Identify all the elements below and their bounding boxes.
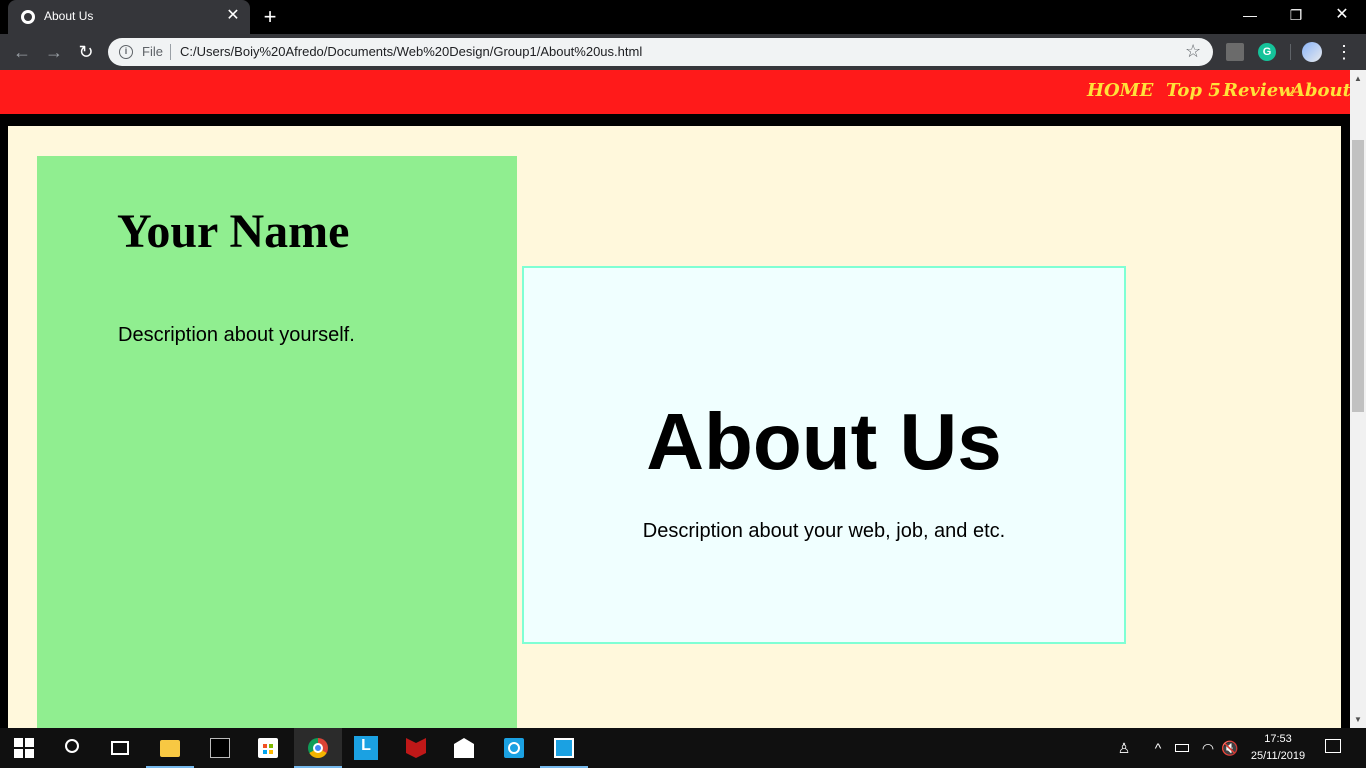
people-icon[interactable]: ♙ [1114, 728, 1134, 768]
toolbar-divider [1290, 44, 1291, 60]
taskbar-remote-desktop[interactable] [540, 728, 588, 768]
nav-link-about-us[interactable]: About Us [1291, 80, 1350, 101]
chrome-icon [308, 738, 328, 758]
mcafee-icon [406, 738, 426, 758]
browser-toolbar: ← → ↻ i File C:/Users/Boiy%20Afredo/Docu… [0, 34, 1366, 70]
task-view-button[interactable] [96, 728, 144, 768]
taskbar-store[interactable] [244, 728, 292, 768]
terminal-icon [210, 738, 230, 758]
scroll-down-arrow-icon[interactable]: ▼ [1354, 715, 1362, 724]
taskbar-clock[interactable]: 17:53 25/11/2019 [1246, 731, 1310, 765]
start-button[interactable] [0, 728, 48, 768]
whatsapp-icon [504, 738, 524, 758]
browser-title-bar: About Us ✕ + — ❐ ✕ [0, 0, 1366, 34]
action-center-icon[interactable] [1325, 739, 1341, 753]
l-app-icon: L [354, 736, 378, 760]
mail-icon [454, 738, 474, 758]
task-view-icon [111, 741, 129, 755]
omnibox-divider [170, 44, 171, 60]
back-button[interactable]: ← [10, 40, 34, 64]
profile-card: Your Name Description about yourself. [37, 156, 517, 728]
battery-icon[interactable] [1175, 728, 1191, 768]
about-us-heading: About Us [646, 397, 1002, 486]
globe-icon [21, 10, 35, 24]
windows-taskbar: L ♙ ^ ◠ 🔇 17:53 25/11/2019 [0, 728, 1366, 768]
forward-button[interactable]: → [42, 40, 66, 64]
taskbar-mail[interactable] [440, 728, 488, 768]
profile-avatar-icon[interactable] [1302, 42, 1322, 62]
taskbar-terminal[interactable] [196, 728, 244, 768]
taskbar-search-button[interactable] [48, 728, 96, 768]
minimize-button[interactable]: — [1227, 0, 1273, 30]
scroll-thumb[interactable] [1352, 140, 1364, 412]
browser-menu-icon[interactable]: ⋮ [1334, 40, 1354, 64]
windows-logo-icon [14, 738, 34, 758]
page-content: Your Name Description about yourself. Ab… [8, 126, 1341, 728]
clock-time: 17:53 [1264, 733, 1292, 745]
nav-link-top-5[interactable]: Top 5 [1166, 80, 1221, 101]
wifi-icon[interactable]: ◠ [1199, 728, 1217, 768]
taskbar-whatsapp[interactable] [490, 728, 538, 768]
folder-icon [160, 740, 180, 757]
nav-link-review[interactable]: Review [1223, 80, 1294, 101]
about-us-description: Description about your web, job, and etc… [642, 520, 1006, 542]
search-icon [65, 739, 79, 753]
new-tab-button[interactable]: + [258, 5, 282, 29]
nav-link-home[interactable]: HOME [1087, 80, 1153, 101]
page-scrollbar[interactable]: ▲ ▼ [1350, 70, 1366, 728]
address-bar[interactable]: i File C:/Users/Boiy%20Afredo/Documents/… [108, 38, 1213, 66]
scheme-label: File [142, 44, 163, 59]
store-icon [258, 738, 278, 758]
page-viewport: HOME Top 5 Review About Us Your Name Des… [0, 70, 1350, 728]
grammarly-icon[interactable]: G [1258, 43, 1276, 61]
taskbar-chrome[interactable] [294, 728, 342, 768]
volume-muted-icon[interactable]: 🔇 [1221, 728, 1239, 768]
reload-button[interactable]: ↻ [74, 40, 98, 64]
tab-about-us[interactable]: About Us ✕ [8, 0, 250, 34]
tray-chevron-icon[interactable]: ^ [1150, 728, 1166, 768]
tab-title: About Us [44, 9, 94, 23]
url-text[interactable]: C:/Users/Boiy%20Afredo/Documents/Web%20D… [180, 44, 642, 59]
site-navbar: HOME Top 5 Review About Us [0, 70, 1350, 114]
restore-button[interactable]: ❐ [1273, 0, 1319, 30]
remote-desktop-icon [554, 738, 574, 758]
taskbar-file-explorer[interactable] [146, 728, 194, 768]
tab-close-button[interactable]: ✕ [224, 7, 242, 25]
profile-description: Description about yourself. [118, 324, 355, 346]
extension-icon[interactable] [1226, 43, 1244, 61]
about-us-card: About Us Description about your web, job… [522, 266, 1126, 644]
profile-name-heading: Your Name [117, 205, 350, 258]
clock-date: 25/11/2019 [1250, 750, 1306, 762]
close-window-button[interactable]: ✕ [1319, 0, 1365, 30]
taskbar-l-app[interactable]: L [342, 728, 390, 768]
info-icon[interactable]: i [119, 45, 133, 59]
bookmark-star-icon[interactable]: ☆ [1185, 41, 1201, 62]
taskbar-mcafee[interactable] [392, 728, 440, 768]
scroll-up-arrow-icon[interactable]: ▲ [1354, 74, 1362, 83]
